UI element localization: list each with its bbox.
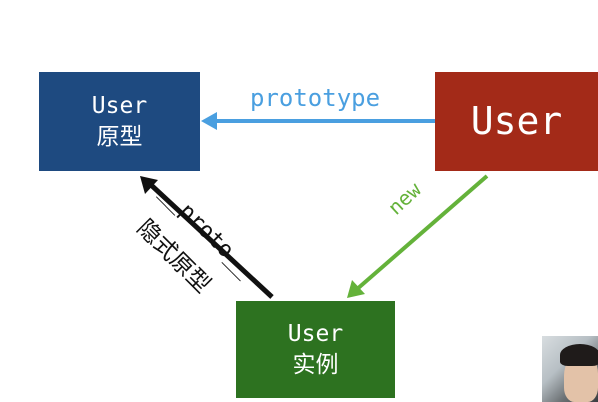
prototype-edge-label: prototype [250,84,381,112]
prototype-node-title: User [91,92,148,119]
constructor-node-title: User [470,98,563,143]
presenter-webcam [542,336,598,402]
constructor-node: User [435,72,598,171]
diagram-canvas: User 原型 User User 实例 prototype new __pro… [0,0,598,402]
presenter-hair [560,344,598,366]
instance-node-subtitle: 实例 [292,351,339,378]
prototype-arrowhead [201,112,217,130]
prototype-node: User 原型 [39,72,200,171]
instance-node: User 实例 [236,301,395,398]
prototype-node-subtitle: 原型 [96,123,143,150]
instance-node-title: User [287,320,344,347]
